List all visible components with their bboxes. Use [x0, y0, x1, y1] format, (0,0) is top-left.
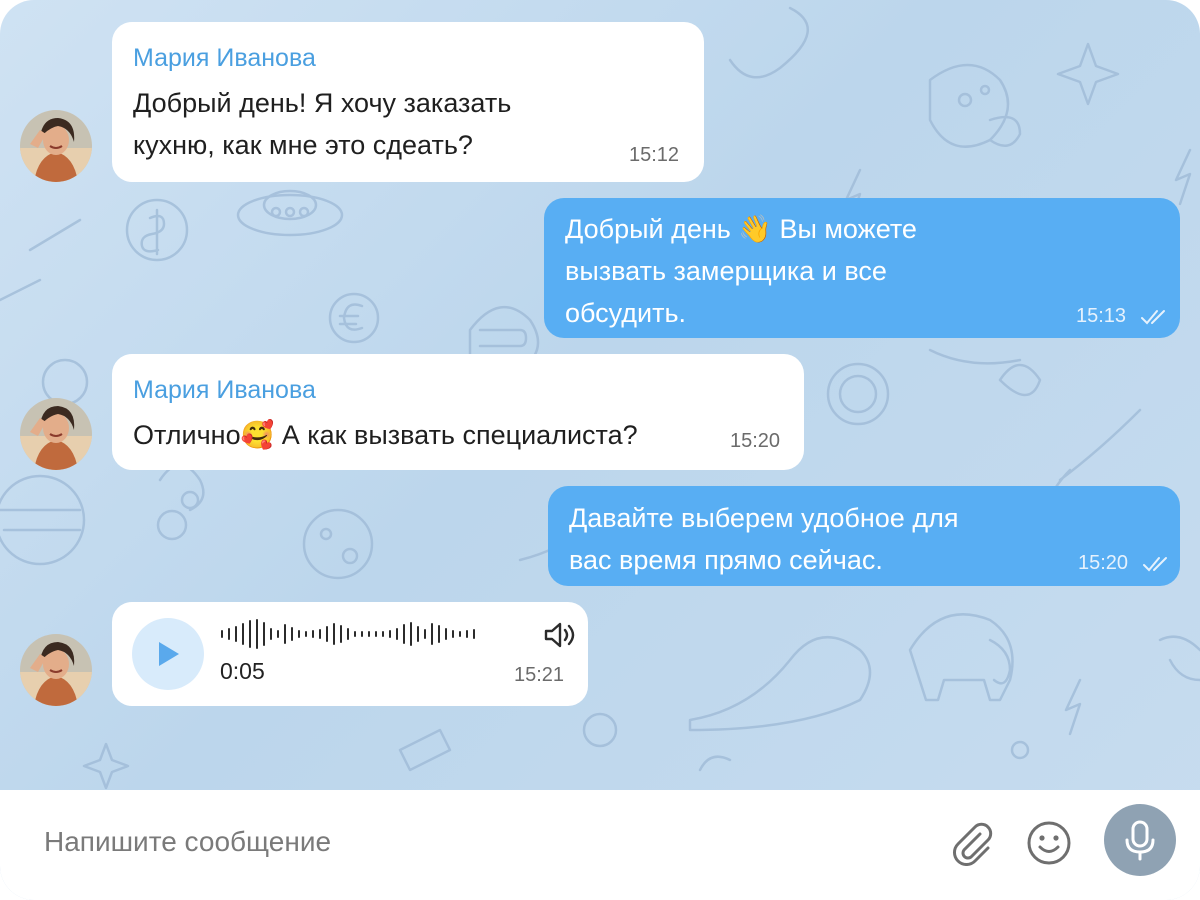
message-text: Добрый день! Я хочу заказать кухню, как …	[133, 88, 512, 160]
voice-waveform[interactable]	[220, 618, 476, 650]
message-composer	[0, 790, 1200, 900]
message-time: 15:12	[629, 144, 680, 166]
message-bubble-outgoing[interactable]: Добрый день 👋 Вы можете вызвать замерщик…	[544, 198, 1180, 338]
paperclip-icon[interactable]	[948, 820, 994, 866]
message-time: 15:20	[1078, 552, 1129, 574]
avatar[interactable]	[20, 110, 92, 182]
play-icon	[159, 642, 179, 666]
sender-name[interactable]: Мария Иванова	[133, 44, 316, 73]
message-time: 15:20	[730, 430, 781, 452]
message-input[interactable]	[44, 820, 904, 864]
message-bubble-outgoing[interactable]: Давайте выберем удобное для вас время пр…	[548, 486, 1180, 586]
microphone-icon	[1125, 820, 1155, 861]
microphone-button[interactable]	[1104, 804, 1176, 876]
smile-icon[interactable]	[1026, 820, 1072, 866]
avatar[interactable]	[20, 398, 92, 470]
chat-window: Мария Иванова Добрый день! Я хочу заказа…	[0, 0, 1200, 900]
double-check-icon	[1143, 557, 1167, 572]
sender-name[interactable]: Мария Иванова	[133, 376, 316, 405]
speaker-icon[interactable]	[542, 620, 576, 650]
message-text: Добрый день 👋 Вы можете вызвать замерщик…	[565, 214, 917, 328]
avatar[interactable]	[20, 634, 92, 706]
message-time: 15:21	[514, 664, 565, 686]
message-text: Отлично🥰 А как вызвать специалиста?	[133, 420, 638, 450]
message-time: 15:13	[1076, 305, 1127, 327]
double-check-icon	[1141, 310, 1165, 325]
voice-duration: 0:05	[220, 658, 265, 684]
message-bubble-incoming[interactable]: Мария Иванова Добрый день! Я хочу заказа…	[112, 22, 704, 182]
message-bubble-incoming[interactable]: Мария Иванова Отлично🥰 А как вызвать спе…	[112, 354, 804, 470]
message-text: Давайте выберем удобное для вас время пр…	[569, 503, 959, 575]
voice-message-bubble[interactable]: 0:05 15:21	[112, 602, 588, 706]
play-button[interactable]	[132, 618, 204, 690]
